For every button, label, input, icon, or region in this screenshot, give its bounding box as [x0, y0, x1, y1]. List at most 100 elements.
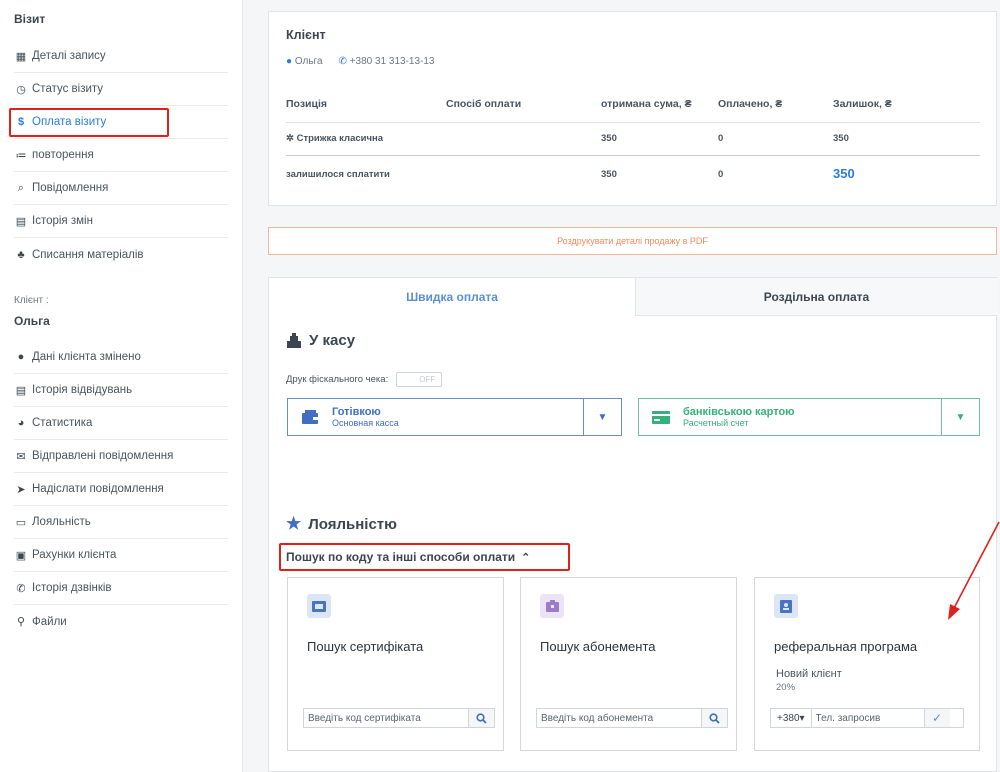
star-icon: ★ — [286, 514, 302, 533]
certificate-code-input[interactable] — [304, 709, 468, 727]
sidebar-item-files[interactable]: ⚲ Файли — [14, 605, 228, 638]
table-divider — [286, 122, 980, 123]
fiscal-label: Друк фіскального чека: — [286, 374, 389, 385]
sidebar-item-label: Історія змін — [32, 215, 93, 227]
row-balance: 350 — [833, 133, 849, 144]
sidebar-section-title: Візит — [14, 12, 46, 26]
list-icon: ≔ — [15, 149, 27, 162]
certificate-search-button[interactable] — [468, 709, 494, 727]
client-phone-text: +380 31 313-13-13 — [349, 56, 435, 67]
sidebar-item-visit-payment[interactable]: $ Оплата візиту — [14, 106, 228, 139]
client-phone-meta[interactable]: ✆ +380 31 313-13-13 — [339, 56, 435, 67]
sidebar-item-label: Повідомлення — [32, 182, 109, 194]
chat-icon: ⌕ — [17, 181, 25, 194]
referral-phone-field: +380▾ ✓ — [770, 708, 964, 728]
card-payment-method[interactable]: банківською картою Расчетный счет ▼ — [638, 398, 980, 436]
sidebar-item-visit-status[interactable]: ◷ Статус візиту — [14, 73, 228, 106]
client-name-meta[interactable]: ● Ольга — [286, 56, 323, 67]
sidebar-item-client-data[interactable]: ● Дані клієнта змінено — [14, 341, 228, 374]
sidebar-item-visit-details[interactable]: ▦ Деталі запису — [14, 40, 228, 73]
sidebar-item-label: Файли — [32, 615, 67, 628]
tab-split-payment[interactable]: Роздільна оплата — [635, 278, 997, 316]
client-meta: ● Ольга ✆ +380 31 313-13-13 — [286, 56, 435, 67]
sidebar-item-visit-history[interactable]: ▤ Історія відвідувань — [14, 374, 228, 407]
phone-icon: ✆ — [16, 582, 26, 595]
col-header-paid: Оплачено, ₴ — [718, 98, 783, 110]
tab-quick-payment[interactable]: Швидка оплата — [269, 278, 635, 316]
sidebar-item-send-message[interactable]: ➤ Надіслати повідомлення — [14, 473, 228, 506]
fiscal-toggle[interactable]: OFF — [396, 372, 443, 387]
certificate-code-field — [303, 708, 495, 728]
cash-subtitle: Основная касса — [332, 418, 399, 428]
row-received: 350 — [601, 133, 617, 144]
certificate-title: Пошук сертифіката — [307, 639, 424, 654]
user-icon: ● — [17, 351, 25, 363]
certificate-search-card: Пошук сертифіката — [287, 577, 504, 751]
cashbox-heading: У касу — [286, 332, 355, 349]
subscription-search-button[interactable] — [701, 709, 727, 727]
sidebar-item-label: Дані клієнта змінено — [32, 351, 141, 363]
check-icon: ✓ — [932, 711, 943, 725]
payment-card: Швидка оплата Роздільна оплата У касу Др… — [268, 277, 997, 772]
paperclip-icon: ⚲ — [16, 616, 26, 628]
col-header-received: отримана сума, ₴ — [601, 98, 692, 110]
search-icon — [709, 712, 720, 724]
referral-discount: 20% — [776, 682, 796, 693]
sidebar-item-client-accounts[interactable]: ▣ Рахунки клієнта — [14, 539, 228, 572]
clock-icon: ◷ — [16, 83, 26, 96]
total-paid: 0 — [718, 169, 724, 180]
sidebar-item-statistics[interactable]: ◕ Статистика — [14, 407, 228, 440]
referral-phone-input[interactable] — [811, 709, 924, 727]
sidebar-item-material-writeoff[interactable]: ♣ Списання матеріалів — [14, 238, 228, 271]
print-pdf-button[interactable]: Роздрукувати деталі продажу в PDF — [268, 227, 997, 255]
client-label: Клієнт : — [14, 295, 49, 306]
row-position-text: Стрижка класична — [296, 133, 384, 144]
calendar-icon: ▦ — [15, 50, 27, 63]
sidebar-item-loyalty[interactable]: ▭ Лояльність — [14, 506, 228, 539]
cashbox-title: У касу — [309, 332, 356, 349]
dollar-icon: $ — [17, 116, 25, 128]
card-title: банківською картою — [683, 406, 795, 418]
fiscal-row: Друк фіскального чека: OFF — [286, 372, 443, 387]
referral-confirm-button[interactable]: ✓ — [923, 709, 950, 727]
cash-payment-method[interactable]: Готівкою Основная касса ▼ — [287, 398, 622, 436]
search-toggle-label: Пошук по коду та інші способи оплати — [286, 550, 516, 564]
credit-card-icon — [652, 410, 670, 424]
table-divider — [286, 155, 980, 156]
sidebar-item-messages[interactable]: ⌕ Повідомлення — [14, 172, 228, 205]
search-icon — [476, 712, 487, 724]
total-balance: 350 — [833, 166, 855, 181]
country-code-select[interactable]: +380▾ — [771, 709, 812, 727]
referral-title: реферальная програма — [774, 639, 918, 654]
col-header-payment-method: Спосіб оплати — [446, 98, 522, 110]
table-row-position: ✲ Стрижка класична — [286, 133, 383, 144]
chevron-up-icon: ⌃ — [521, 551, 531, 564]
sidebar-item-change-history[interactable]: ▤ Історія змін — [14, 205, 228, 238]
gear-icon: ✲ — [286, 133, 294, 144]
sidebar-item-repeat[interactable]: ≔ повторення — [14, 139, 228, 172]
sidebar: Візит ▦ Деталі запису ◷ Статус візиту $ … — [0, 0, 243, 772]
chevron-down-icon[interactable]: ▼ — [583, 399, 621, 435]
user-icon: ● — [286, 56, 293, 67]
sidebar-item-label: Історія дзвінків — [32, 582, 112, 594]
subscription-code-field — [536, 708, 728, 728]
contact-book-icon — [774, 594, 798, 618]
client-name-text: Ольга — [294, 56, 323, 67]
sidebar-item-label: Статистика — [32, 417, 93, 429]
cash-register-icon — [287, 332, 301, 348]
subscription-code-input[interactable] — [537, 709, 701, 727]
col-header-position: Позиція — [286, 98, 327, 110]
chevron-down-icon[interactable]: ▼ — [941, 399, 979, 435]
file-icon: ▤ — [15, 215, 27, 228]
phone-icon: ✆ — [338, 56, 347, 67]
pie-chart-icon: ◕ — [17, 417, 25, 429]
client-card: Клієнт ● Ольга ✆ +380 31 313-13-13 Позиц… — [268, 11, 997, 206]
sidebar-item-call-history[interactable]: ✆ Історія дзвінків — [14, 572, 228, 605]
certificate-icon — [307, 594, 331, 618]
client-card-title: Клієнт — [286, 28, 326, 42]
sidebar-item-sent-messages[interactable]: ✉ Відправлені повідомлення — [14, 440, 228, 473]
search-code-toggle[interactable]: Пошук по коду та інші способи оплати ⌃ — [286, 550, 530, 564]
sidebar-item-label: Надіслати повідомлення — [32, 483, 164, 495]
client-name: Ольга — [14, 314, 50, 328]
loyalty-title: Лояльністю — [308, 515, 397, 533]
